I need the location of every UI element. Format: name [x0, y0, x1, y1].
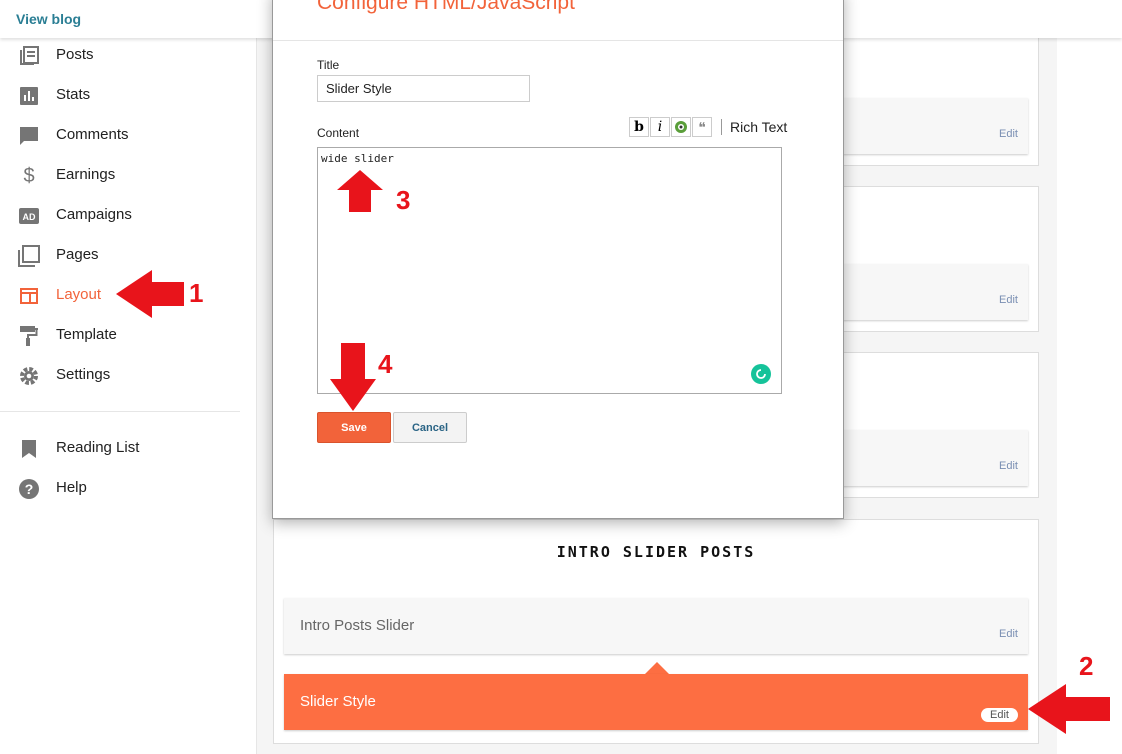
content-label: Content — [317, 126, 360, 140]
help-icon: ? — [18, 478, 40, 500]
title-input[interactable] — [317, 75, 530, 102]
layout-icon — [18, 285, 40, 307]
gear-icon — [18, 365, 40, 387]
sidebar-item-earnings[interactable]: $ Earnings — [0, 156, 240, 196]
sidebar-item-label: Template — [56, 326, 117, 343]
sidebar-item-label: Stats — [56, 86, 91, 103]
svg-text:AD: AD — [23, 212, 36, 222]
stats-icon — [18, 85, 40, 107]
svg-text:?: ? — [25, 481, 34, 497]
posts-icon — [18, 45, 40, 67]
dollar-icon: $ — [23, 164, 35, 187]
annotation-number-3: 3 — [396, 185, 411, 215]
annotation-number-1: 1 — [189, 278, 204, 308]
gadget-name: Slider Style — [300, 693, 376, 710]
dialog-title: Configure HTML/JavaScript — [317, 0, 575, 14]
annotation-arrow-4 — [330, 343, 376, 411]
paint-roller-icon — [18, 325, 40, 347]
sidebar-item-label: Help — [56, 479, 87, 496]
sidebar-item-campaigns[interactable]: AD Campaigns — [0, 196, 240, 236]
quote-button[interactable]: ❝ — [692, 117, 712, 137]
gadget-edit-link[interactable]: Edit — [999, 294, 1018, 306]
gadget-edit-link[interactable]: Edit — [999, 628, 1018, 640]
sidebar-item-help[interactable]: ? Help — [0, 469, 240, 509]
annotation-number-2: 2 — [1079, 651, 1094, 681]
configure-dialog: Configure HTML/JavaScript Title Content … — [272, 0, 844, 519]
sidebar-item-settings[interactable]: Settings — [0, 356, 240, 396]
title-label: Title — [317, 58, 340, 72]
toolbar-divider — [721, 119, 722, 135]
cancel-button[interactable]: Cancel — [393, 412, 467, 443]
active-gadget-pointer — [645, 662, 669, 674]
bookmark-icon — [18, 438, 40, 460]
sidebar-item-label: Pages — [56, 246, 99, 263]
gadget-edit-link[interactable]: Edit — [999, 128, 1018, 140]
sidebar-item-posts[interactable]: Posts — [0, 36, 240, 76]
annotation-number-4: 4 — [378, 349, 393, 379]
dialog-divider — [273, 40, 843, 41]
image-button[interactable] — [671, 117, 691, 137]
annotation-arrow-1 — [116, 270, 184, 318]
sidebar-item-label: Posts — [56, 46, 94, 63]
sidebar-item-label: Campaigns — [56, 206, 132, 223]
image-icon — [675, 121, 687, 133]
bold-button[interactable]: b — [629, 117, 649, 137]
annotation-arrow-2 — [1028, 684, 1110, 734]
gadget-edit-link[interactable]: Edit — [999, 460, 1018, 472]
annotation-arrow-3 — [337, 170, 383, 212]
sidebar-item-label: Settings — [56, 366, 111, 383]
sidebar-item-label: Comments — [56, 126, 129, 143]
gadget-intro-posts-slider[interactable]: Intro Posts Slider Edit — [284, 598, 1028, 654]
editor-toolbar: b i ❝ Rich Text — [629, 116, 787, 138]
section-title: INTRO SLIDER POSTS — [556, 543, 756, 561]
sidebar-divider — [0, 411, 240, 412]
campaigns-icon: AD — [18, 205, 40, 227]
grammarly-icon[interactable] — [751, 364, 771, 384]
sidebar-item-stats[interactable]: Stats — [0, 76, 240, 116]
rich-text-link[interactable]: Rich Text — [730, 119, 787, 135]
save-button[interactable]: Save — [317, 412, 391, 443]
sidebar-item-label: Earnings — [56, 166, 116, 183]
pages-icon — [18, 245, 40, 267]
view-blog-link[interactable]: View blog — [16, 11, 81, 27]
sidebar-item-template[interactable]: Template — [0, 316, 240, 356]
sidebar-item-label: Reading List — [56, 439, 140, 456]
gadget-slider-style[interactable]: Slider Style Edit — [284, 674, 1028, 730]
italic-button[interactable]: i — [650, 117, 670, 137]
sidebar: Posts Stats Comments $ Earnings AD Campa… — [0, 38, 257, 754]
sidebar-item-reading-list[interactable]: Reading List — [0, 429, 240, 469]
gadget-name: Intro Posts Slider — [300, 617, 415, 634]
sidebar-item-label: Layout — [56, 286, 102, 303]
sidebar-item-comments[interactable]: Comments — [0, 116, 240, 156]
comments-icon — [18, 125, 40, 147]
gadget-edit-button[interactable]: Edit — [981, 708, 1018, 722]
